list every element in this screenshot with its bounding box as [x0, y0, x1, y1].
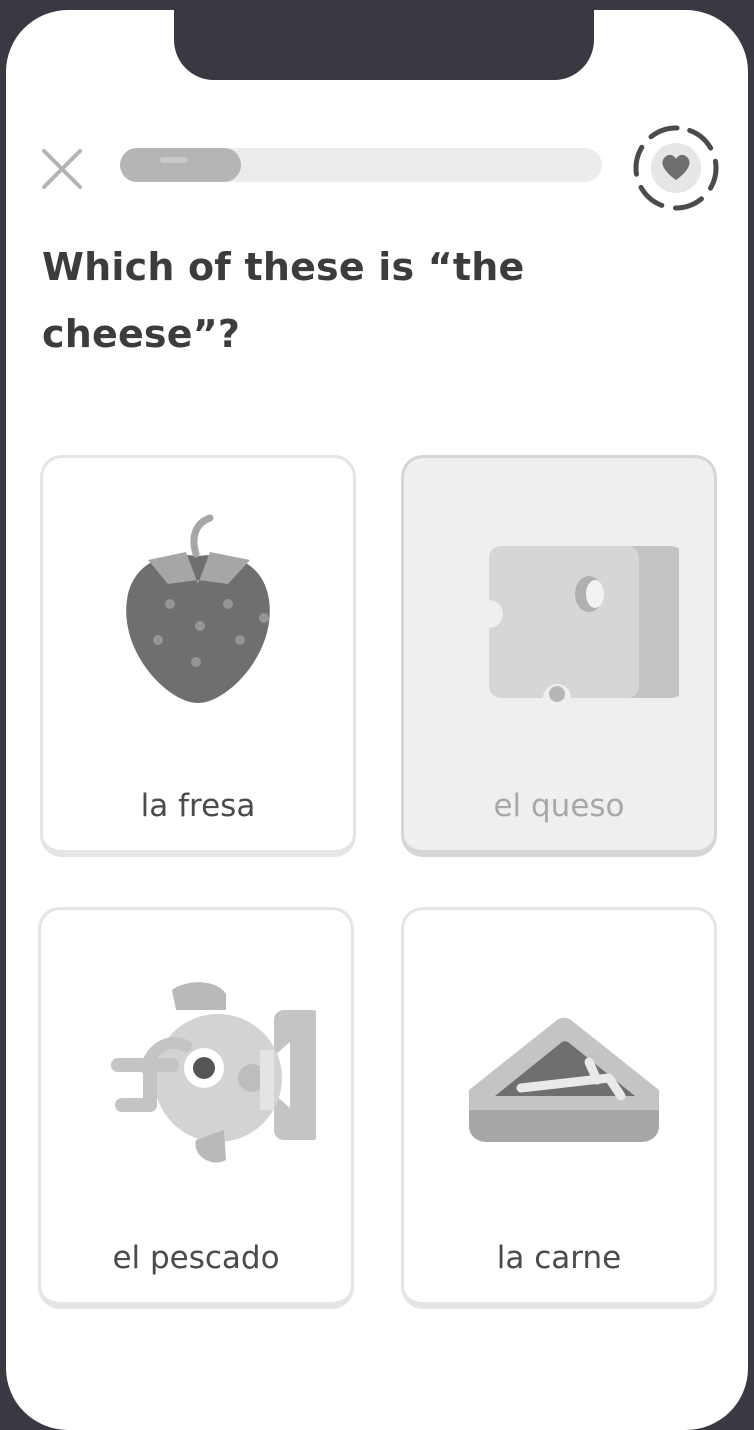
choice-label: la carne [496, 1240, 622, 1276]
choice-card-carne[interactable]: la carne [401, 907, 717, 1309]
choice-card-queso[interactable]: el queso [401, 455, 717, 857]
choice-label: el queso [493, 788, 625, 824]
choice-card-fresa[interactable]: la fresa [40, 455, 356, 857]
hearts-button[interactable] [630, 122, 722, 214]
lesson-progress-bar [120, 148, 602, 182]
question-prompt: Which of these is “the cheese”? [42, 245, 525, 356]
steak-icon [469, 1017, 659, 1142]
close-button[interactable] [38, 145, 86, 193]
choice-card-pescado[interactable]: el pescado [38, 907, 354, 1309]
fish-icon [111, 982, 316, 1163]
close-icon [42, 149, 82, 189]
strawberry-icon [126, 514, 270, 703]
cheese-icon [475, 546, 679, 712]
phone-screen: Which of these is “the cheese”? la fresa [6, 10, 748, 1430]
progress-bar-highlight [160, 157, 188, 163]
progress-bar-fill [120, 148, 241, 182]
heart-icon [633, 125, 719, 211]
choice-label: el pescado [112, 1240, 280, 1276]
phone-notch [174, 10, 594, 80]
choice-label: la fresa [140, 788, 256, 824]
